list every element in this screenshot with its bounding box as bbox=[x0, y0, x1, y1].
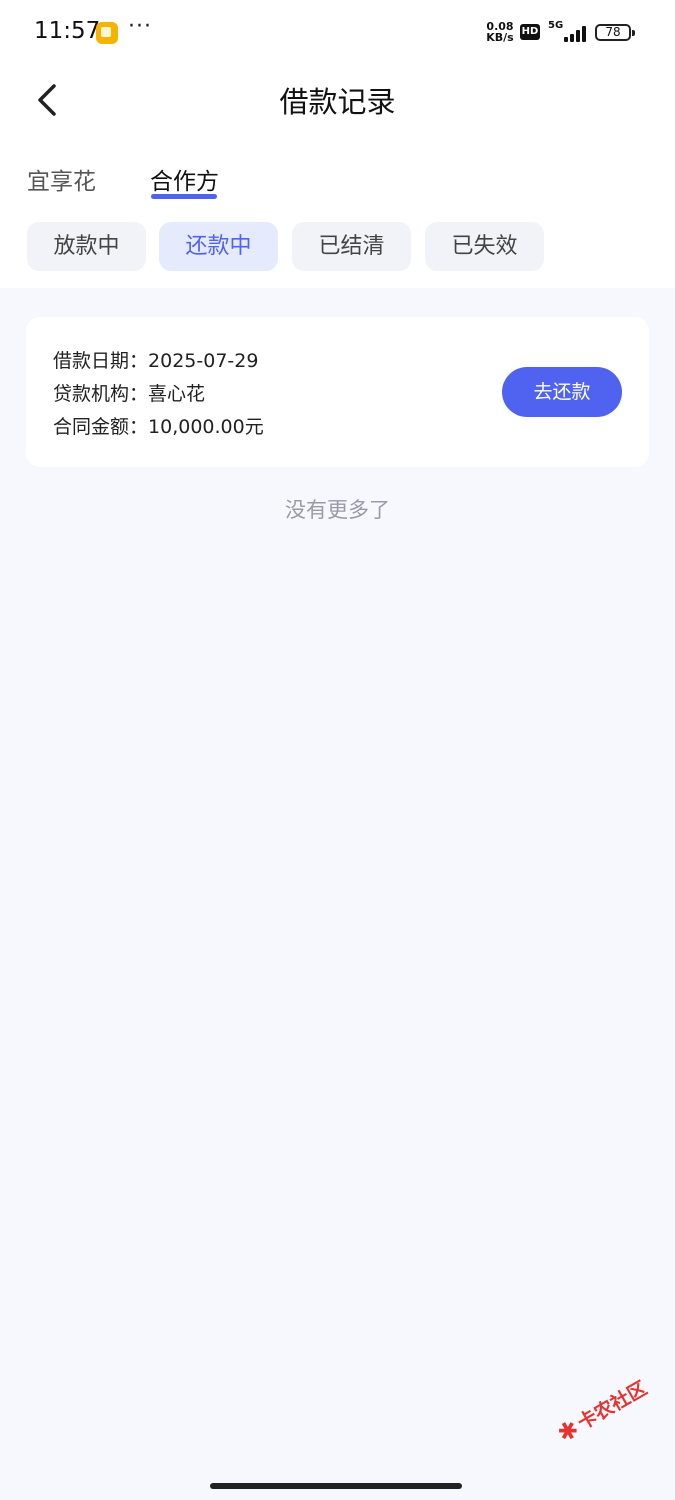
page-title: 借款记录 bbox=[279, 85, 396, 119]
chip-settled[interactable]: 已结清 bbox=[292, 222, 411, 271]
battery-icon: 78 bbox=[595, 24, 635, 41]
network-speed: 0.08 KB/s bbox=[484, 21, 516, 43]
more-notifications-icon: ··· bbox=[128, 14, 152, 39]
status-bar: 11:57 ··· 0.08 KB/s HD 5G 78 bbox=[0, 0, 675, 66]
loan-date-row: 借款日期：2025-07-29 bbox=[53, 346, 258, 373]
chip-expired[interactable]: 已失效 bbox=[425, 222, 544, 271]
tab-yixianghua[interactable]: 宜享花 bbox=[27, 162, 96, 196]
net-speed-unit: KB/s bbox=[486, 31, 514, 44]
hd-icon: HD bbox=[520, 24, 540, 40]
chip-disbursing[interactable]: 放款中 bbox=[27, 222, 146, 271]
amount-value: 10,000.00元 bbox=[148, 416, 264, 438]
lender-value: 喜心花 bbox=[148, 383, 206, 405]
status-time: 11:57 bbox=[34, 18, 101, 44]
watermark-logo: ✱卡农社区 bbox=[552, 1368, 667, 1458]
notes-app-icon bbox=[96, 22, 118, 44]
loan-date-value: 2025-07-29 bbox=[148, 350, 259, 372]
amount-row: 合同金额：10,000.00元 bbox=[53, 412, 264, 439]
loan-date-label: 借款日期： bbox=[53, 350, 149, 372]
chip-repaying[interactable]: 还款中 bbox=[159, 222, 278, 271]
tab-partner[interactable]: 合作方 bbox=[150, 162, 219, 196]
signal-icon bbox=[558, 24, 588, 42]
lender-label: 贷款机构： bbox=[53, 383, 149, 405]
loan-record-card[interactable]: 借款日期：2025-07-29 贷款机构：喜心花 合同金额：10,000.00元… bbox=[26, 317, 649, 467]
lender-row: 贷款机构：喜心花 bbox=[53, 379, 205, 406]
amount-label: 合同金额： bbox=[53, 416, 149, 438]
repay-button[interactable]: 去还款 bbox=[502, 367, 622, 417]
home-indicator[interactable] bbox=[210, 1483, 462, 1489]
active-tab-indicator bbox=[151, 194, 217, 199]
watermark-text: 卡农社区 bbox=[574, 1377, 651, 1435]
no-more-text: 没有更多了 bbox=[285, 498, 390, 522]
